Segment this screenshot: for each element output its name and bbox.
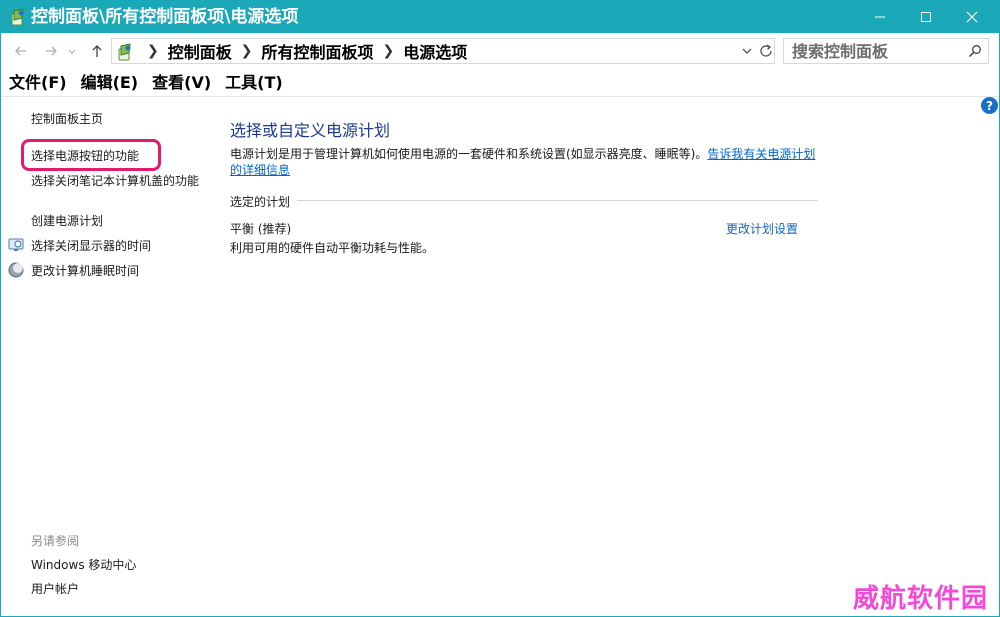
description-text: 电源计划是用于管理计算机如何使用电源的一套硬件和系统设置(如显示器亮度、睡眠等)… [230, 147, 708, 161]
up-button[interactable] [87, 41, 107, 61]
sidebar-item-lid-close[interactable]: 选择关闭笔记本计算机盖的功能 [31, 173, 199, 189]
address-bar[interactable]: ❯ 控制面板 ❯ 所有控制面板项 ❯ 电源选项 [111, 38, 775, 64]
section-divider [297, 200, 818, 201]
breadcrumb-separator-icon[interactable]: ❯ [383, 43, 395, 59]
sidebar-item-home[interactable]: 控制面板主页 [31, 111, 103, 127]
control-panel-window: 控制面板\所有控制面板项\电源选项 ❯ 控制面板 ❯ 所有控制面板项 ❯ 电源选… [0, 0, 1000, 617]
sidebar-item-sleep[interactable]: 更改计算机睡眠时间 [31, 263, 139, 279]
section-heading: 选定的计划 [230, 195, 291, 209]
search-input[interactable] [784, 39, 962, 63]
sidebar-item-power-button[interactable]: 选择电源按钮的功能 [31, 148, 139, 164]
search-box [783, 38, 989, 64]
moon-icon [8, 262, 24, 278]
plan-description: 利用可用的硬件自动平衡功耗与性能。 [230, 241, 435, 255]
plan-name: 平衡 (推荐) [230, 222, 292, 236]
breadcrumb-separator-icon[interactable]: ❯ [147, 43, 159, 59]
menu-view[interactable]: 查看(V) [152, 69, 211, 97]
refresh-icon[interactable] [758, 43, 774, 59]
watermark: 威航软件园 [853, 584, 989, 614]
see-also-mobility-center[interactable]: Windows 移动中心 [31, 557, 136, 573]
arrow-right-icon [46, 46, 57, 56]
breadcrumb-separator-icon[interactable]: ❯ [241, 43, 253, 59]
search-icon[interactable] [968, 44, 982, 58]
title-bar[interactable]: 控制面板\所有控制面板项\电源选项 [1, 1, 999, 33]
page-title: 选择或自定义电源计划 [230, 121, 391, 140]
menu-edit[interactable]: 编辑(E) [81, 69, 139, 97]
see-also-heading: 另请参阅 [31, 534, 80, 548]
menu-bar: 文件(F) 编辑(E) 查看(V) 工具(T) [1, 69, 999, 97]
see-also-user-accounts[interactable]: 用户帐户 [31, 581, 79, 597]
menu-tools[interactable]: 工具(T) [225, 69, 283, 97]
page-description: 电源计划是用于管理计算机如何使用电源的一套硬件和系统设置(如显示器亮度、睡眠等)… [230, 146, 820, 178]
sidebar-item-create-plan[interactable]: 创建电源计划 [31, 213, 103, 229]
change-plan-settings-link[interactable]: 更改计划设置 [726, 220, 798, 237]
close-icon [966, 11, 978, 23]
breadcrumb-all-items[interactable]: 所有控制面板项 [261, 39, 373, 63]
help-icon[interactable]: ? [981, 97, 998, 114]
navigation-bar: ❯ 控制面板 ❯ 所有控制面板项 ❯ 电源选项 [1, 33, 999, 69]
breadcrumb-control-panel[interactable]: 控制面板 [168, 39, 232, 63]
close-button[interactable] [949, 1, 995, 33]
menu-file[interactable]: 文件(F) [9, 69, 67, 97]
chevron-down-icon [68, 49, 76, 54]
address-dropdown-icon[interactable] [740, 44, 754, 58]
arrow-up-icon [92, 45, 102, 57]
control-panel-icon [11, 8, 24, 26]
maximize-icon [921, 12, 931, 22]
breadcrumb: ❯ 控制面板 ❯ 所有控制面板项 ❯ 电源选项 [138, 39, 467, 63]
monitor-icon [8, 238, 24, 251]
breadcrumb-power-options[interactable]: 电源选项 [403, 39, 467, 63]
control-panel-icon [118, 43, 131, 61]
forward-button[interactable] [41, 41, 61, 61]
recent-locations-button[interactable] [65, 41, 79, 61]
sidebar-item-display-off[interactable]: 选择关闭显示器的时间 [31, 238, 151, 254]
maximize-button[interactable] [903, 1, 949, 33]
back-button[interactable] [11, 41, 31, 61]
minimize-button[interactable] [857, 1, 903, 33]
minimize-icon [875, 16, 885, 18]
window-title: 控制面板\所有控制面板项\电源选项 [31, 7, 299, 27]
arrow-left-icon [15, 46, 26, 56]
